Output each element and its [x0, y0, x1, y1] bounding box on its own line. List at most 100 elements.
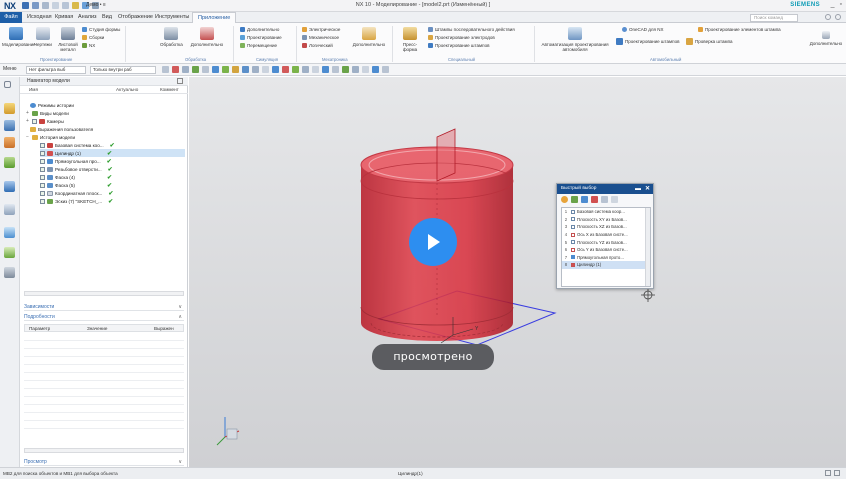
- logical-button[interactable]: Логический: [302, 43, 333, 48]
- col-uptodate[interactable]: Актуально: [116, 87, 138, 92]
- snap-icon[interactable]: [332, 66, 339, 73]
- details-hscrollbar[interactable]: [24, 448, 184, 453]
- modeling-button[interactable]: Моделирование: [2, 27, 36, 47]
- main-menu-button[interactable]: Меню: [3, 66, 17, 72]
- auto-die-design-button[interactable]: Проектирование штампов: [616, 38, 679, 45]
- shape-studio-button[interactable]: Студия формы: [82, 27, 120, 32]
- edge-filter-icon[interactable]: [601, 196, 608, 203]
- selection-scope-select[interactable]: Только внутри раб: [90, 66, 156, 74]
- checkbox[interactable]: [40, 166, 45, 172]
- checkbox[interactable]: [40, 158, 45, 164]
- system-materials-icon[interactable]: [4, 227, 15, 238]
- navigator-hscrollbar[interactable]: [24, 291, 184, 296]
- col-comment[interactable]: Коммент: [160, 87, 179, 92]
- play-button[interactable]: [409, 218, 457, 266]
- settings-icon[interactable]: [4, 81, 11, 88]
- list-item[interactable]: 7 Прямоугольная прото...: [562, 254, 650, 262]
- snap-icon[interactable]: [282, 66, 289, 73]
- tree-item-feature[interactable]: Координатная плоск... ✔: [40, 189, 113, 197]
- tree-item-feature[interactable]: Резьбовое отверсти... ✔: [40, 165, 113, 173]
- assemblies-button[interactable]: Сборки: [82, 35, 104, 40]
- roles-icon[interactable]: [4, 267, 15, 278]
- type-filter-select[interactable]: Нет фильтра выб: [26, 66, 86, 74]
- pin-icon[interactable]: ▬: [635, 184, 641, 194]
- die-design-button[interactable]: Проектирование штампов: [428, 43, 489, 48]
- processing-more-button[interactable]: Дополнительно: [190, 27, 224, 47]
- quick-pick-scrollbar[interactable]: [645, 208, 650, 286]
- snap-icon[interactable]: [352, 66, 359, 73]
- pin-icon[interactable]: [177, 78, 183, 84]
- onecad-button[interactable]: OneCAD для NX: [622, 27, 663, 32]
- sim-more-button[interactable]: Дополнительно: [240, 27, 279, 32]
- tab-tools[interactable]: Инструменты: [155, 14, 189, 20]
- sim-motion-button[interactable]: Перемещение: [240, 43, 277, 48]
- die-check-button[interactable]: Проверка штампа: [686, 38, 733, 45]
- sim-design-button[interactable]: Проектирование: [240, 35, 282, 40]
- expand-icon[interactable]: +: [26, 110, 30, 116]
- tree-item-cameras[interactable]: + Камеры: [26, 117, 64, 125]
- checkbox[interactable]: [40, 182, 45, 188]
- web-browser-icon[interactable]: [4, 181, 15, 192]
- snap-icon[interactable]: [372, 66, 379, 73]
- col-value[interactable]: Значение: [87, 326, 107, 331]
- progressive-die-button[interactable]: Штампы последовательного действия: [428, 27, 515, 32]
- snap-icon[interactable]: [362, 66, 369, 73]
- tree-item-user-expressions[interactable]: Выражения пользователя: [30, 125, 93, 133]
- component-filter-icon[interactable]: [611, 196, 618, 203]
- col-expression[interactable]: Выражен: [154, 326, 174, 331]
- col-name[interactable]: Имя: [29, 87, 38, 92]
- list-item[interactable]: 5 Плоскость YZ из Базов...: [562, 238, 650, 246]
- checkbox[interactable]: [40, 142, 45, 148]
- snap-icon[interactable]: [342, 66, 349, 73]
- snap-icon[interactable]: [202, 66, 209, 73]
- command-search-input[interactable]: Поиск команд: [750, 14, 798, 22]
- snap-icon[interactable]: [212, 66, 219, 73]
- settings-icon[interactable]: [835, 14, 841, 20]
- part-navigator-icon[interactable]: [4, 103, 15, 114]
- mold-button[interactable]: Пресс-форма: [397, 27, 423, 52]
- feature-filter-icon[interactable]: [571, 196, 578, 203]
- section-details[interactable]: Подробности ∧: [24, 313, 184, 321]
- drafting-button[interactable]: Чертежи: [32, 27, 54, 47]
- list-item[interactable]: 6 Ось Y из Базовая систе...: [562, 246, 650, 254]
- snap-icon[interactable]: [252, 66, 259, 73]
- snap-icon[interactable]: [272, 66, 279, 73]
- tree-item-feature[interactable]: Эскиз (7) "SKETCH_... ✔: [40, 197, 113, 205]
- face-filter-icon[interactable]: [591, 196, 598, 203]
- machining-button[interactable]: Обработка: [160, 27, 183, 47]
- snap-icon[interactable]: [222, 66, 229, 73]
- list-item[interactable]: 2 Плоскость XY из Базов...: [562, 216, 650, 224]
- tab-home[interactable]: Исходная: [27, 14, 52, 20]
- collapse-icon[interactable]: −: [26, 134, 30, 140]
- auto-design-button[interactable]: Автоматизация проектирования автомобиля: [540, 27, 610, 52]
- checkbox[interactable]: [40, 198, 45, 204]
- electrode-button[interactable]: Проектирование электродов: [428, 35, 495, 40]
- electrical-button[interactable]: Электрическое: [302, 27, 340, 32]
- tree-item-model-history[interactable]: − История модели: [26, 133, 75, 141]
- snap-icon[interactable]: [302, 66, 309, 73]
- onecad-more-button[interactable]: Дополнительно: [808, 31, 844, 46]
- fullscreen-icon[interactable]: [834, 470, 840, 476]
- tab-analysis[interactable]: Анализ: [78, 14, 97, 20]
- snap-icon[interactable]: [382, 66, 389, 73]
- checkbox[interactable]: [32, 118, 37, 124]
- snap-icon[interactable]: [192, 66, 199, 73]
- expand-icon[interactable]: +: [26, 118, 30, 124]
- checkbox[interactable]: [40, 150, 45, 156]
- 3d-model-view[interactable]: Y: [189, 77, 846, 467]
- list-item[interactable]: 3 Плоскость XZ из Базов...: [562, 223, 650, 231]
- section-preview[interactable]: Просмотр ∨: [24, 458, 184, 466]
- checkbox[interactable]: [40, 190, 45, 196]
- tab-display[interactable]: Отображение: [118, 14, 153, 20]
- nx-button[interactable]: NX: [82, 43, 95, 48]
- graphics-window[interactable]: Y: [189, 77, 846, 467]
- snap-icon[interactable]: [232, 66, 239, 73]
- tree-item-feature[interactable]: Фаска (4) ✔: [40, 173, 112, 181]
- snap-icon[interactable]: [242, 66, 249, 73]
- tree-item-feature[interactable]: Базовая система коо... ✔: [40, 141, 115, 149]
- datum-plane-vertical[interactable]: [436, 128, 456, 182]
- minimize-icon[interactable]: _: [831, 1, 835, 8]
- tab-curve[interactable]: Кривая: [55, 14, 73, 20]
- list-item[interactable]: 4 Ось X из Базовая систе...: [562, 231, 650, 239]
- section-dependencies[interactable]: Зависимости ∨: [24, 303, 184, 311]
